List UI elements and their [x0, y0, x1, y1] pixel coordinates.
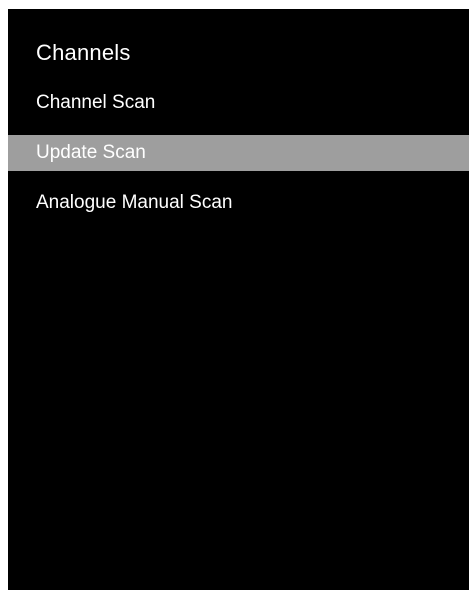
tv-menu-screen: Channels Channel Scan Update Scan Analog… [8, 9, 469, 590]
menu-item-label: Channel Scan [36, 92, 156, 113]
menu-list: Channel Scan Update Scan Analogue Manual… [8, 85, 469, 221]
menu-item-analogue-manual-scan[interactable]: Analogue Manual Scan [8, 185, 469, 221]
menu-item-channel-scan[interactable]: Channel Scan [8, 85, 469, 121]
menu-item-label: Update Scan [36, 142, 146, 163]
menu-title: Channels [36, 40, 131, 65]
menu-item-label: Analogue Manual Scan [36, 192, 233, 213]
menu-item-update-scan[interactable]: Update Scan [8, 135, 469, 171]
